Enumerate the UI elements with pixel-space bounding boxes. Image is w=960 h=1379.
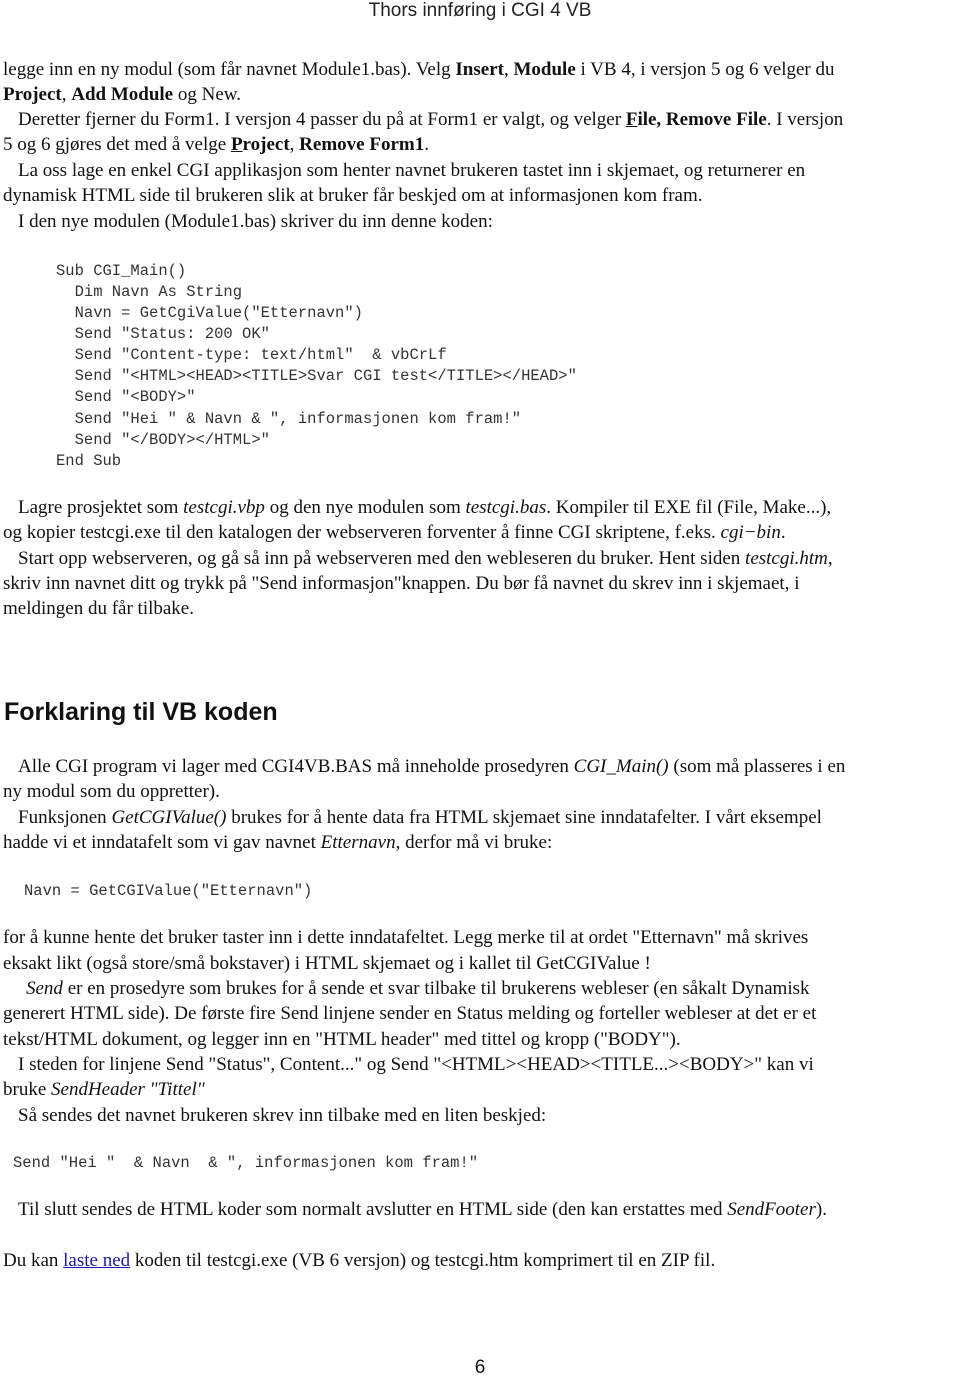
code-line: Send "Hei " & Navn & ", informasjonen ko… [56, 410, 522, 428]
code-line: Send "<BODY>" [56, 388, 196, 406]
intro-line-7: I den nye modulen (Module1.bas) skriver … [18, 211, 493, 232]
intro-line-6: dynamisk HTML side til brukeren slik at … [3, 185, 703, 206]
intro-line-1: legge inn en ny modul (som får navnet Mo… [3, 59, 835, 80]
after-code-line-2: og kopier testcgi.exe til den katalogen … [3, 522, 786, 543]
explanation-line-7: Send er en prosedyre som brukes for å se… [26, 978, 810, 999]
explanation-line-9: tekst/HTML dokument, og legger inn en "H… [3, 1029, 681, 1050]
page-number: 6 [474, 1357, 486, 1378]
after-code-line-4: skriv inn navnet ditt og trykk på "Send … [3, 573, 800, 594]
explanation-line-2: ny modul som du oppretter). [3, 781, 220, 802]
explanation-line-6: eksakt likt (også store/små bokstaver) i… [3, 953, 651, 974]
code-line: Send "Status: 200 OK" [56, 325, 270, 343]
section-heading: Forklaring til VB koden [4, 698, 278, 726]
code-line: Navn = GetCgiValue("Etternavn") [56, 304, 363, 322]
code-line: Send "</BODY></HTML>" [56, 431, 270, 449]
code-snippet-getcgivalue: Navn = GetCGIValue("Etternavn") [24, 882, 313, 900]
code-line: Dim Navn As String [56, 283, 243, 301]
explanation-line-3: Funksjonen GetCGIValue() brukes for å he… [18, 807, 822, 828]
intro-line-3: Deretter fjerner du Form1. I versjon 4 p… [18, 109, 844, 130]
after-code-line-5: meldingen du får tilbake. [3, 598, 194, 619]
intro-line-4: 5 og 6 gjøres det med å velge Project, R… [3, 134, 429, 155]
after-code-line-1: Lagre prosjektet som testcgi.vbp og den … [18, 497, 832, 518]
explanation-line-12: Så sendes det navnet brukeren skrev inn … [18, 1105, 547, 1126]
download-line: Du kan laste ned koden til testcgi.exe (… [3, 1250, 716, 1271]
explanation-line-1: Alle CGI program vi lager med CGI4VB.BAS… [18, 756, 846, 777]
intro-line-2: Project, Add Module og New. [3, 84, 242, 105]
explanation-line-8: generert HTML side). De første fire Send… [3, 1003, 817, 1024]
code-line: Send "<HTML><HEAD><TITLE>Svar CGI test</… [56, 367, 577, 385]
explanation-line-4: hadde vi et inndatafelt som vi gav navne… [3, 832, 553, 853]
explanation-line-13: Til slutt sendes de HTML koder som norma… [18, 1199, 827, 1220]
code-snippet-send: Send "Hei " & Navn & ", informasjonen ko… [13, 1154, 479, 1172]
code-line: End Sub [56, 452, 122, 470]
after-code-line-3: Start opp webserveren, og gå så inn på w… [18, 548, 833, 569]
download-link[interactable]: laste ned [63, 1250, 130, 1271]
explanation-line-11: bruke SendHeader "Tittel" [3, 1079, 205, 1100]
intro-line-5: La oss lage en enkel CGI applikasjon som… [18, 160, 806, 181]
explanation-line-5: for å kunne hente det bruker taster inn … [3, 927, 809, 948]
explanation-line-10: I steden for linjene Send "Status", Cont… [18, 1054, 814, 1075]
page-header-title: Thors innføring i CGI 4 VB [368, 0, 592, 21]
code-line: Sub CGI_Main() [56, 262, 187, 280]
code-line: Send "Content-type: text/html" & vbCrLf [56, 346, 447, 364]
